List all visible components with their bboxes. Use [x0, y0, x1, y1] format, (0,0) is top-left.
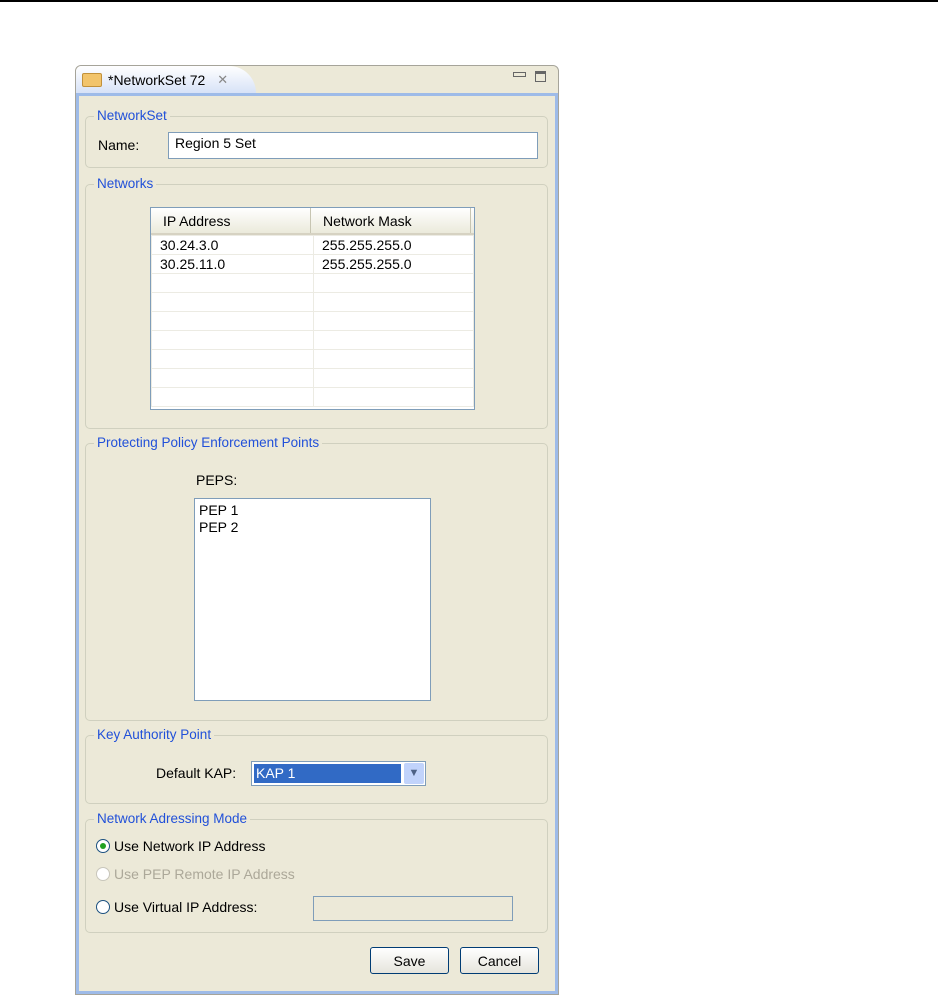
radio-checked-icon — [96, 839, 110, 853]
table-row[interactable] — [151, 349, 474, 369]
save-button[interactable]: Save — [370, 947, 449, 974]
chevron-down-icon[interactable]: ▼ — [404, 763, 424, 784]
radio-label: Use Network IP Address — [114, 838, 266, 854]
cell-network-mask — [313, 292, 474, 312]
name-label: Name: — [98, 137, 140, 153]
table-row[interactable] — [151, 368, 474, 388]
cell-network-mask: 255.255.255.0 — [313, 235, 474, 255]
peps-label: PEPS: — [196, 472, 238, 488]
cell-ip-address — [151, 273, 314, 293]
name-input[interactable]: Region 5 Set — [168, 132, 538, 159]
cell-network-mask — [313, 330, 474, 350]
table-row[interactable]: 30.24.3.0 255.255.255.0 — [151, 235, 474, 255]
group-peps: Protecting Policy Enforcement Points PEP… — [85, 435, 548, 721]
kap-label: Default KAP: — [156, 765, 237, 781]
radio-virtual-ip[interactable]: Use Virtual IP Address: — [96, 899, 257, 915]
table-body: 30.24.3.0 255.255.255.0 30.25.11.0 255.255.… — [151, 235, 474, 407]
cell-network-mask — [313, 273, 474, 293]
tab-bar: *NetworkSet 72 ✕ — [76, 66, 558, 93]
group-legend: Protecting Policy Enforcement Points — [94, 435, 323, 450]
virtual-ip-input[interactable] — [313, 896, 513, 921]
cell-network-mask — [313, 349, 474, 369]
radio-label: Use PEP Remote IP Address — [114, 866, 295, 882]
group-networks: Networks IP Address Network Mask 30.24.3… — [85, 176, 548, 429]
folder-open-icon — [82, 72, 102, 87]
list-item[interactable]: PEP 1 — [199, 502, 426, 519]
radio-label: Use Virtual IP Address: — [114, 899, 258, 915]
radio-network-ip[interactable]: Use Network IP Address — [96, 838, 265, 854]
tab-networkset[interactable]: *NetworkSet 72 ✕ — [76, 66, 256, 93]
table-row[interactable] — [151, 273, 474, 293]
form-body: NetworkSet Name: Region 5 Set Networks I… — [76, 93, 558, 994]
cell-ip-address: 30.24.3.0 — [151, 235, 314, 255]
column-header-mask[interactable]: Network Mask — [311, 208, 471, 233]
cell-network-mask — [313, 387, 474, 407]
peps-list[interactable]: PEP 1 PEP 2 — [194, 498, 431, 701]
editor-panel: *NetworkSet 72 ✕ NetworkSet Name: Region… — [75, 65, 559, 995]
group-networkset: NetworkSet Name: Region 5 Set — [85, 108, 548, 168]
tab-title: *NetworkSet 72 — [108, 71, 206, 88]
minimize-icon[interactable] — [513, 72, 526, 77]
table-header: IP Address Network Mask — [151, 208, 474, 235]
cell-ip-address: 30.25.11.0 — [151, 254, 314, 274]
group-legend: Key Authority Point — [94, 727, 215, 742]
radio-icon — [96, 900, 110, 914]
list-item[interactable]: PEP 2 — [199, 519, 426, 536]
table-row[interactable] — [151, 292, 474, 312]
top-border — [0, 0, 938, 2]
group-legend: Networks — [94, 176, 157, 191]
cell-ip-address — [151, 349, 314, 369]
table-row[interactable] — [151, 387, 474, 407]
cell-ip-address — [151, 368, 314, 388]
radio-pep-remote-ip: Use PEP Remote IP Address — [96, 866, 295, 882]
group-addressing-mode: Network Adressing Mode Use Network IP Ad… — [85, 811, 548, 933]
kap-select[interactable]: KAP 1 ▼ — [251, 761, 426, 786]
networks-table[interactable]: IP Address Network Mask 30.24.3.0 255.255… — [150, 207, 475, 410]
table-row[interactable]: 30.25.11.0 255.255.255.0 — [151, 254, 474, 274]
group-legend: Network Adressing Mode — [94, 811, 251, 826]
cell-ip-address — [151, 311, 314, 331]
group-kap: Key Authority Point Default KAP: KAP 1 ▼ — [85, 727, 548, 804]
cancel-button[interactable]: Cancel — [460, 947, 539, 974]
table-row[interactable] — [151, 330, 474, 350]
cell-network-mask: 255.255.255.0 — [313, 254, 474, 274]
kap-selected-value: KAP 1 — [254, 764, 401, 783]
cell-ip-address — [151, 387, 314, 407]
cell-ip-address — [151, 330, 314, 350]
maximize-icon[interactable] — [535, 71, 546, 82]
group-legend: NetworkSet — [94, 108, 170, 123]
column-header-ip[interactable]: IP Address — [151, 208, 311, 233]
cell-network-mask — [313, 311, 474, 331]
close-icon[interactable]: ✕ — [217, 72, 228, 88]
cell-network-mask — [313, 368, 474, 388]
cell-ip-address — [151, 292, 314, 312]
radio-icon — [96, 867, 110, 881]
table-row[interactable] — [151, 311, 474, 331]
